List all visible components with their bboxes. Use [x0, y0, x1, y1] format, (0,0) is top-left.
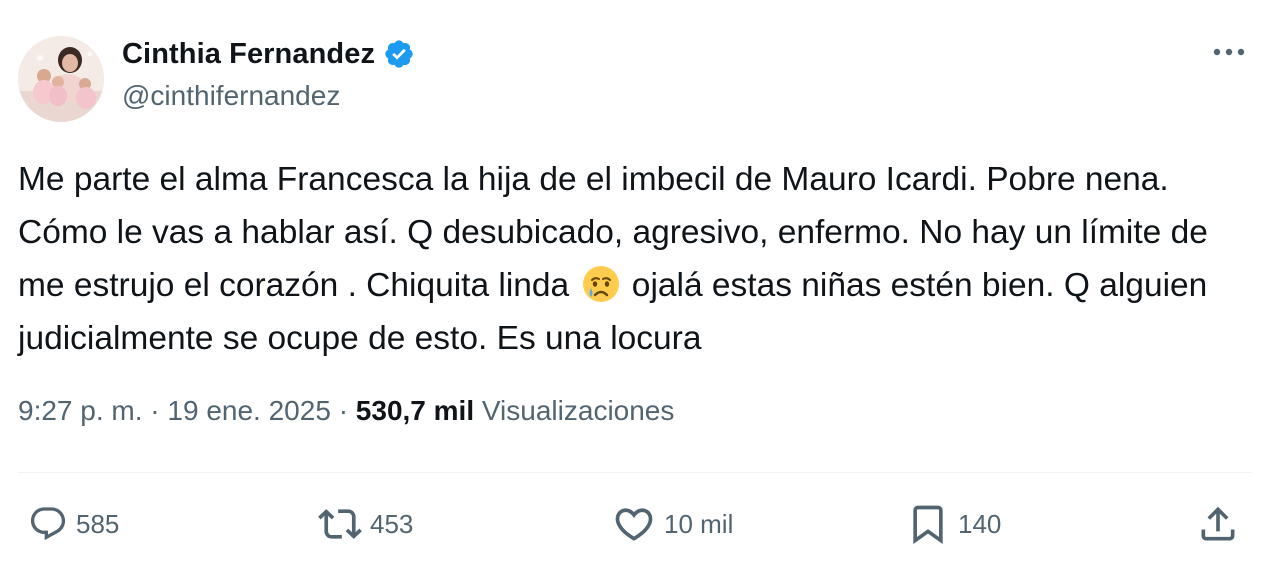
tweet-card: Cinthia Fernandez @cinthifernandez Me pa…	[0, 0, 1280, 566]
like-button[interactable]: 10 mil	[612, 502, 733, 546]
retweet-button[interactable]: 453	[318, 502, 413, 546]
views-count[interactable]: 530,7 mil	[356, 395, 474, 426]
bookmark-count: 140	[958, 508, 1002, 539]
author-name-row: Cinthia Fernandez	[122, 36, 415, 72]
meta-separator: ·	[150, 395, 160, 426]
more-options-button[interactable]	[1209, 40, 1249, 64]
retweet-icon	[318, 509, 362, 539]
more-dots-icon	[1213, 48, 1245, 56]
tweet-time[interactable]: 9:27 p. m.	[18, 395, 143, 426]
retweet-count: 453	[370, 508, 414, 539]
author-handle[interactable]: @cinthifernandez	[122, 80, 340, 112]
divider	[18, 472, 1252, 473]
meta-separator: ·	[338, 395, 349, 426]
reply-button[interactable]: 585	[28, 502, 119, 546]
like-count: 10 mil	[664, 508, 734, 539]
share-button[interactable]	[1196, 502, 1240, 546]
tweet-text: Me parte el alma Francesca la hija de el…	[18, 153, 1258, 365]
verified-badge-icon[interactable]	[383, 38, 415, 70]
heart-icon	[615, 508, 653, 541]
tweet-metadata: 9:27 p. m. · 19 ene. 2025 · 530,7 mil Vi…	[18, 395, 674, 427]
share-icon	[1201, 506, 1235, 541]
views-label: Visualizaciones	[481, 395, 675, 426]
crying-face-emoji	[581, 264, 621, 304]
tweet-date[interactable]: 19 ene. 2025	[167, 395, 331, 426]
bookmark-button[interactable]: 140	[906, 502, 1001, 546]
avatar[interactable]	[18, 36, 104, 122]
reply-icon	[30, 507, 66, 541]
bookmark-icon	[913, 505, 943, 545]
author-display-name[interactable]: Cinthia Fernandez	[122, 38, 375, 71]
reply-count: 585	[76, 508, 120, 539]
